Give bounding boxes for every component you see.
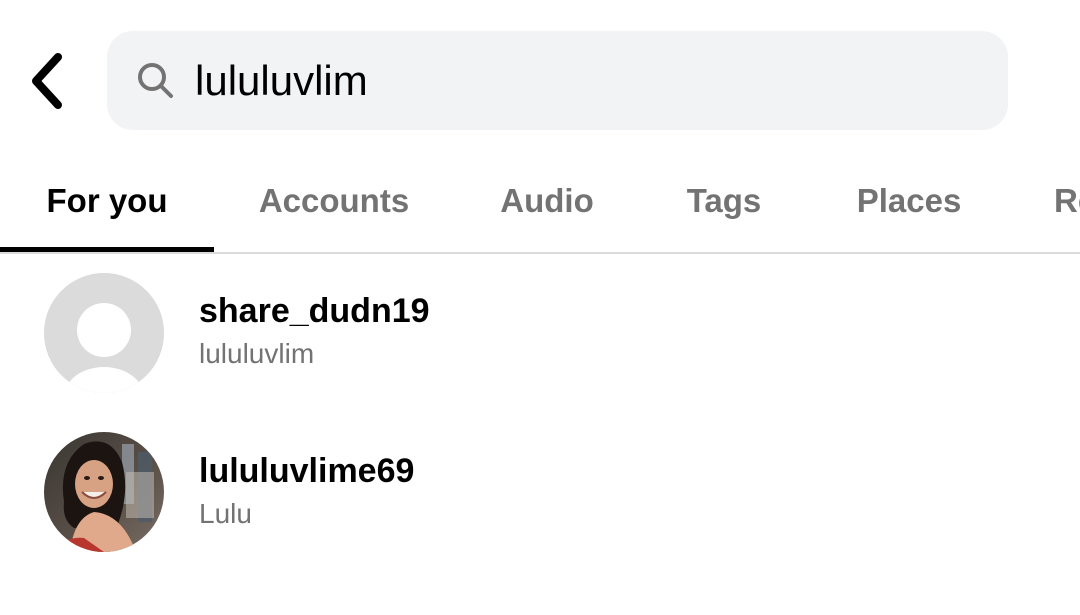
profile-photo-image [44,432,164,552]
result-username: share_dudn19 [199,292,430,330]
search-tabs: For you Accounts Audio Tags Places Re [0,150,1080,254]
tab-audio[interactable]: Audio [480,150,614,251]
tab-places[interactable]: Places [836,150,982,251]
chevron-left-icon [32,53,62,109]
tab-tags[interactable]: Tags [668,150,780,251]
tab-for-you[interactable]: For you [0,150,214,251]
result-item[interactable]: lululuvlime69 Lulu [0,424,1080,564]
back-button[interactable] [18,48,78,114]
result-username: lululuvlime69 [199,452,415,490]
default-avatar [44,273,164,393]
result-item[interactable]: share_dudn19 lululuvlim [0,264,1080,404]
result-full-name: lululuvlim [199,338,315,369]
search-input[interactable] [195,51,975,111]
person-placeholder-icon [44,273,164,393]
search-icon [138,63,173,98]
search-bar[interactable] [107,31,1008,130]
result-full-name: Lulu [199,498,252,529]
tab-reels[interactable]: Re [1054,150,1080,251]
tab-accounts[interactable]: Accounts [234,150,434,251]
tabs-divider [0,252,1080,254]
search-screen: For you Accounts Audio Tags Places Re sh… [0,0,1080,615]
profile-photo [44,432,164,552]
